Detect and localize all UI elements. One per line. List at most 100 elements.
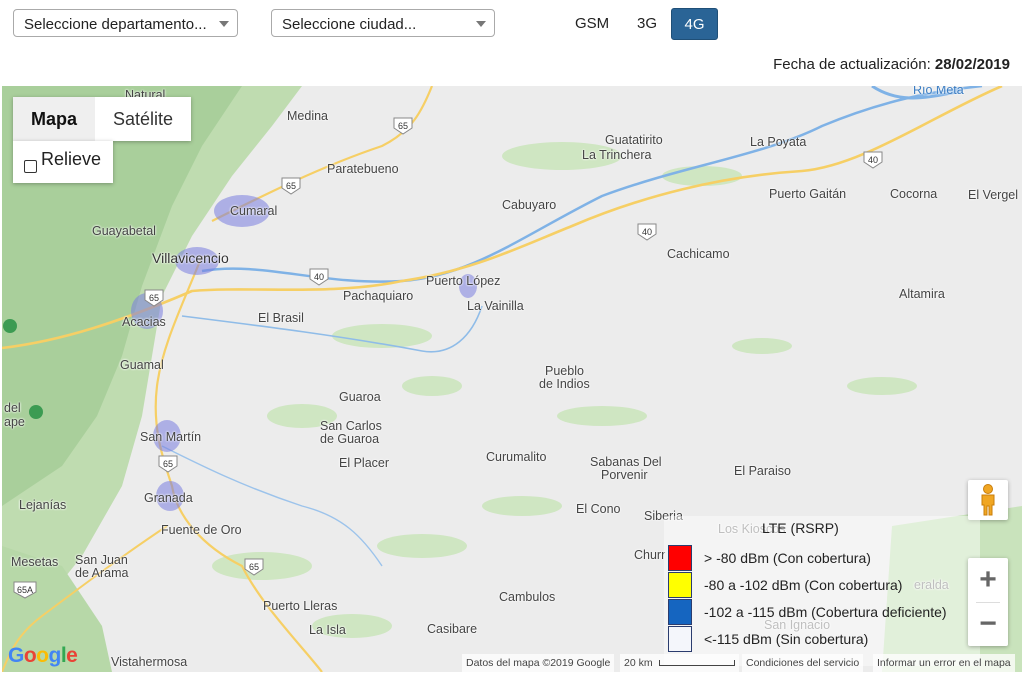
relief-checkbox[interactable] (24, 160, 37, 173)
place-label: Río Meta (913, 86, 964, 97)
svg-text:65: 65 (249, 562, 259, 572)
place-label: del (4, 401, 21, 415)
place-label: Cocorna (890, 187, 938, 201)
park-icon (3, 319, 17, 333)
pegman-icon (981, 484, 995, 516)
svg-text:65A: 65A (17, 585, 33, 595)
google-logo-letter: o (23, 644, 37, 667)
legend-title: LTE (RSRP) (762, 520, 839, 536)
place-label: El Cono (576, 502, 621, 516)
map-type-map[interactable]: Mapa (13, 97, 96, 141)
place-label: Altamira (899, 287, 945, 301)
place-label: Fuente de Oro (161, 523, 242, 537)
place-label: Paratebueno (327, 162, 399, 176)
place-label: Cambulos (499, 590, 556, 604)
coverage-map[interactable]: 65 65 40 40 40 65 65 65 65A Natural Medi… (2, 86, 1022, 672)
update-label: Fecha de actualización: (773, 56, 931, 73)
zoom-in-button[interactable]: + (968, 558, 1008, 602)
department-select[interactable]: Seleccione departamento... (13, 9, 238, 37)
city-select[interactable]: Seleccione ciudad... (271, 9, 495, 37)
place-label: Puerto Gaitán (769, 187, 847, 201)
place-label: Guatatirito (605, 133, 663, 147)
place-label: de Arama (75, 566, 129, 580)
google-logo-letter: e (66, 644, 78, 667)
google-logo-letter: o (36, 644, 49, 667)
place-label: San Martín (140, 430, 202, 444)
road-shield: 65 (281, 177, 301, 195)
place-label: de Indios (539, 377, 590, 391)
place-label: Pachaquiaro (343, 289, 414, 303)
place-label: La Isla (309, 623, 346, 637)
chevron-down-icon (219, 21, 229, 27)
svg-text:65: 65 (149, 293, 159, 303)
map-attribution: Datos del mapa ©2019 Google (462, 654, 615, 672)
place-label: El Paraiso (734, 464, 791, 478)
place-label: Sabanas Del (590, 455, 662, 469)
park-icon (29, 405, 43, 419)
place-label: Pueblo (545, 364, 584, 378)
attribution-text: Datos del mapa ©2019 Google (466, 657, 611, 669)
legend-swatch (668, 572, 692, 598)
legend-label: > -80 dBm (Con cobertura) (704, 550, 871, 566)
report-error-link[interactable]: Informar un error en el mapa (873, 654, 1015, 672)
svg-text:40: 40 (642, 227, 652, 237)
place-label: Guamal (120, 358, 164, 372)
google-logo-letter: G (8, 644, 24, 667)
road-shield: 40 (863, 151, 883, 169)
road-shield: 65 (393, 117, 413, 135)
place-label: Acacias (122, 315, 166, 329)
place-label: Curumalito (486, 450, 547, 464)
zoom-out-button[interactable]: − (968, 602, 1008, 646)
place-label: Puerto Lleras (263, 599, 338, 613)
svg-text:65: 65 (398, 121, 408, 131)
place-label: Vistahermosa (111, 655, 188, 669)
street-view-button[interactable] (968, 480, 1008, 520)
place-label: Cabuyaro (502, 198, 557, 212)
tab-4g[interactable]: 4G (671, 8, 718, 40)
divider (976, 602, 1000, 603)
road-shield: 40 (637, 223, 657, 241)
place-label: La Vainilla (467, 299, 524, 313)
terms-link[interactable]: Condiciones del servicio (742, 654, 864, 672)
svg-text:65: 65 (163, 459, 173, 469)
google-logo: Google (8, 644, 78, 668)
map-scale[interactable]: 20 km (620, 654, 739, 672)
legend-label: <-115 dBm (Sin cobertura) (704, 631, 869, 647)
tab-3g[interactable]: 3G (627, 8, 667, 40)
place-label: ape (4, 415, 25, 429)
relief-label: Relieve (41, 149, 102, 169)
legend-swatch (668, 626, 692, 652)
place-label: San Carlos (320, 419, 382, 433)
place-label: San Juan (75, 553, 128, 567)
tab-gsm[interactable]: GSM (565, 8, 619, 40)
place-label: El Placer (339, 456, 390, 470)
coverage-legend: LTE (RSRP) > -80 dBm (Con cobertura) -80… (664, 516, 980, 666)
place-label: Cachicamo (667, 247, 730, 261)
place-label: Guaroa (339, 390, 381, 404)
legend-label: -80 a -102 dBm (Con cobertura) (704, 577, 903, 593)
place-label: Cumaral (230, 204, 278, 218)
map-type-satellite[interactable]: Satélite (95, 97, 191, 141)
legend-swatch (668, 545, 692, 571)
google-logo-letter: g (48, 644, 62, 667)
road-shield: 65 (158, 455, 178, 473)
legend-label: -102 a -115 dBm (Cobertura deficiente) (704, 604, 947, 620)
place-label: de Guaroa (320, 432, 380, 446)
place-label: La Poyata (750, 135, 807, 149)
place-label: Porvenir (601, 468, 648, 482)
place-label: Medina (287, 109, 328, 123)
department-select-value: Seleccione departamento... (24, 16, 207, 33)
place-label: Guayabetal (92, 224, 156, 238)
place-label: Casibare (427, 622, 478, 636)
update-date: Fecha de actualización: 28/02/2019 (773, 56, 1010, 73)
chevron-down-icon (476, 21, 486, 27)
scale-label: 20 km (624, 657, 653, 669)
place-label: El Brasil (258, 311, 304, 325)
place-label: Churr (634, 548, 666, 562)
relief-toggle[interactable]: Relieve (13, 141, 113, 183)
legend-swatch (668, 599, 692, 625)
map-type-control: Mapa Satélite (13, 97, 192, 141)
city-select-value: Seleccione ciudad... (282, 16, 417, 33)
svg-text:40: 40 (314, 272, 324, 282)
zoom-control: + − (968, 558, 1008, 646)
